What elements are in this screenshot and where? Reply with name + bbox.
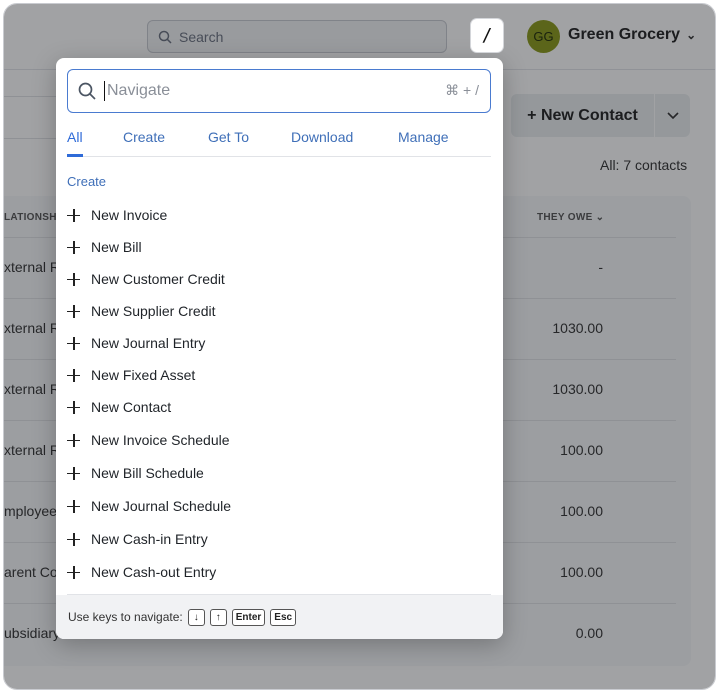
command-item-label: New Journal Entry [91, 335, 206, 351]
command-palette: Navigate ⌘ + / All Create Get To Downloa… [56, 58, 503, 639]
command-item-new-invoice-schedule[interactable]: New Invoice Schedule [67, 428, 230, 452]
command-item-label: New Bill [91, 239, 142, 255]
command-item-label: New Fixed Asset [91, 367, 196, 383]
command-item-label: New Invoice Schedule [91, 432, 230, 448]
command-item-new-bill-schedule[interactable]: New Bill Schedule [67, 461, 204, 485]
navigate-placeholder: Navigate [107, 82, 171, 99]
plus-icon [67, 368, 80, 382]
command-item-label: New Supplier Credit [91, 303, 216, 319]
tab-create[interactable]: Create [123, 129, 165, 145]
command-item-new-journal-entry[interactable]: New Journal Entry [67, 331, 205, 355]
command-item-label: New Contact [91, 399, 172, 415]
tab-download[interactable]: Download [291, 129, 353, 145]
plus-icon [67, 433, 80, 447]
command-item-new-journal-schedule[interactable]: New Journal Schedule [67, 494, 231, 518]
command-item-new-bill[interactable]: New Bill [67, 235, 142, 259]
plus-icon [67, 466, 80, 480]
plus-icon [67, 565, 80, 579]
app-window: Search GG Green Grocery ⌄ + New Contact … [3, 3, 716, 690]
command-item-new-supplier-credit[interactable]: New Supplier Credit [67, 299, 216, 323]
plus-icon [67, 272, 80, 286]
search-icon [78, 82, 96, 100]
command-item-label: New Cash-out Entry [91, 564, 217, 580]
command-item-label: New Customer Credit [91, 271, 225, 287]
command-item-label: New Journal Schedule [91, 498, 232, 514]
plus-icon [67, 208, 80, 222]
enter-key: Enter [231, 608, 266, 626]
navigate-input[interactable]: Navigate ⌘ + / [67, 69, 491, 113]
command-item-label: New Cash-in Entry [91, 531, 208, 547]
arrow-down-key: ↓ [187, 608, 205, 626]
shortcut-key-slash: / [471, 19, 503, 52]
esc-key: Esc [270, 608, 297, 626]
keys-hint: Use keys to navigate: [68, 610, 183, 624]
plus-icon [67, 532, 80, 546]
command-item-new-invoice[interactable]: New Invoice [67, 203, 167, 227]
palette-tabs: All Create Get To Download Manage [67, 126, 491, 157]
plus-icon [67, 304, 80, 318]
command-item-label: New Invoice [91, 207, 168, 223]
command-item-new-cash-out-entry[interactable]: New Cash-out Entry [67, 560, 216, 584]
command-item-new-customer-credit[interactable]: New Customer Credit [67, 267, 225, 291]
section-title-create: Create [67, 174, 107, 189]
tab-get-to[interactable]: Get To [208, 129, 249, 145]
command-item-new-fixed-asset[interactable]: New Fixed Asset [67, 363, 195, 387]
palette-footer: Use keys to navigate: ↓ ↑ Enter Esc [56, 595, 503, 639]
plus-icon [67, 400, 80, 414]
plus-icon [67, 336, 80, 350]
text-caret [104, 81, 105, 101]
command-item-new-contact[interactable]: New Contact [67, 395, 171, 419]
tab-all[interactable]: All [67, 129, 83, 145]
command-item-label: New Bill Schedule [91, 465, 204, 481]
tab-manage[interactable]: Manage [398, 129, 449, 145]
plus-icon [67, 240, 80, 254]
arrow-up-key: ↑ [209, 608, 227, 626]
active-tab-indicator [67, 154, 83, 157]
shortcut-hint: ⌘ + / [445, 82, 479, 98]
plus-icon [67, 499, 80, 513]
command-item-new-cash-in-entry[interactable]: New Cash-in Entry [67, 527, 208, 551]
